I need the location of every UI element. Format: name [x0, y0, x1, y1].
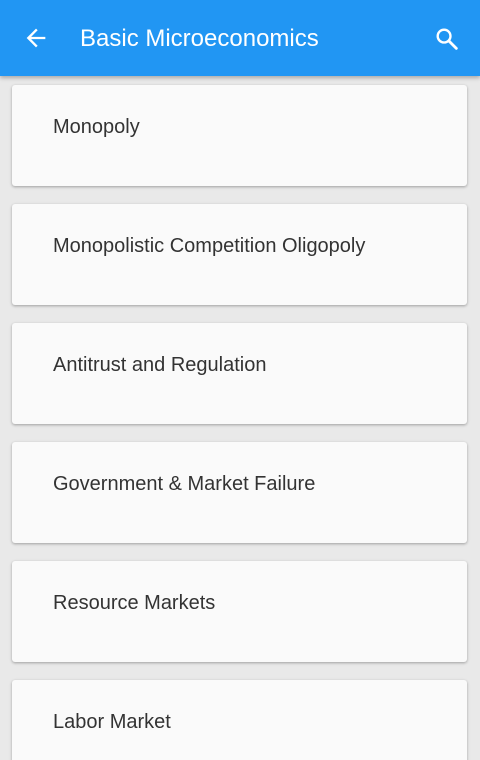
- topic-list: Monopoly Monopolistic Competition Oligop…: [0, 76, 480, 760]
- back-button[interactable]: [18, 20, 54, 56]
- topic-label: Monopoly: [53, 116, 140, 138]
- search-button[interactable]: [428, 20, 466, 58]
- app-bar: Basic Microeconomics: [0, 0, 480, 76]
- topic-card-government-market-failure[interactable]: Government & Market Failure: [12, 442, 467, 543]
- topic-card-monopolistic-competition-oligopoly[interactable]: Monopolistic Competition Oligopoly: [12, 204, 467, 305]
- topic-label: Resource Markets: [53, 592, 216, 614]
- topic-label: Government & Market Failure: [53, 473, 316, 495]
- topic-card-antitrust-and-regulation[interactable]: Antitrust and Regulation: [12, 323, 467, 424]
- topic-card-monopoly[interactable]: Monopoly: [12, 85, 467, 186]
- search-icon: [433, 25, 461, 53]
- topic-card-resource-markets[interactable]: Resource Markets: [12, 561, 467, 662]
- topic-label: Antitrust and Regulation: [53, 354, 267, 376]
- topic-label: Labor Market: [53, 711, 171, 733]
- topic-label: Monopolistic Competition Oligopoly: [53, 235, 366, 257]
- arrow-left-icon: [22, 24, 50, 52]
- page-title: Basic Microeconomics: [80, 25, 319, 52]
- microeconomics-topic-screen: Basic Microeconomics Monopoly Monopolist…: [0, 0, 480, 760]
- topic-card-labor-market[interactable]: Labor Market: [12, 680, 467, 760]
